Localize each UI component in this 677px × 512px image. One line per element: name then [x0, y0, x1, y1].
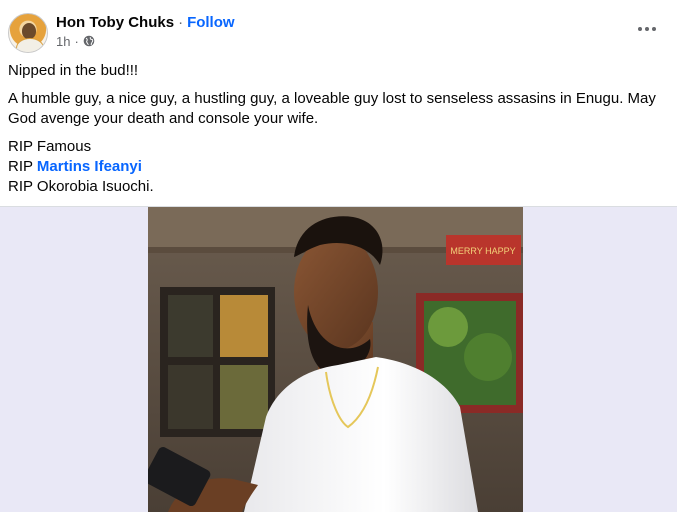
background-sign-text: MERRY HAPPY — [450, 246, 515, 256]
post-card: Hon Toby Chuks · Follow 1h · Nipped in t… — [0, 0, 677, 207]
avatar-face — [22, 23, 36, 39]
avatar-body — [16, 38, 44, 52]
author-row: Hon Toby Chuks · Follow — [56, 12, 235, 32]
globe-icon[interactable] — [83, 35, 95, 47]
post-photo[interactable]: MERRY HAPPY — [148, 207, 523, 512]
separator-dot: · — [178, 13, 184, 31]
rip-line: RIP Martins Ifeanyi — [8, 158, 142, 175]
photo-scene: MERRY HAPPY — [148, 207, 523, 512]
post-timestamp[interactable]: 1h — [56, 34, 70, 49]
author-name-link[interactable]: Hon Toby Chuks — [56, 14, 174, 31]
more-options-icon[interactable] — [635, 17, 659, 41]
mention-link[interactable]: Martins Ifeanyi — [37, 158, 142, 175]
author-avatar[interactable] — [8, 13, 48, 53]
post-body: Nipped in the bud!!! A humble guy, a nic… — [8, 61, 663, 197]
rip-line: RIP Okorobia Isuochi. — [8, 178, 154, 195]
meta-separator-dot: · — [74, 33, 79, 49]
follow-button[interactable]: Follow — [187, 14, 235, 31]
rip-line: RIP Famous — [8, 138, 92, 155]
post-meta: 1h · — [56, 33, 95, 49]
post-paragraph: Nipped in the bud!!! — [8, 62, 139, 79]
post-paragraph: A humble guy, a nice guy, a hustling guy… — [8, 90, 656, 127]
